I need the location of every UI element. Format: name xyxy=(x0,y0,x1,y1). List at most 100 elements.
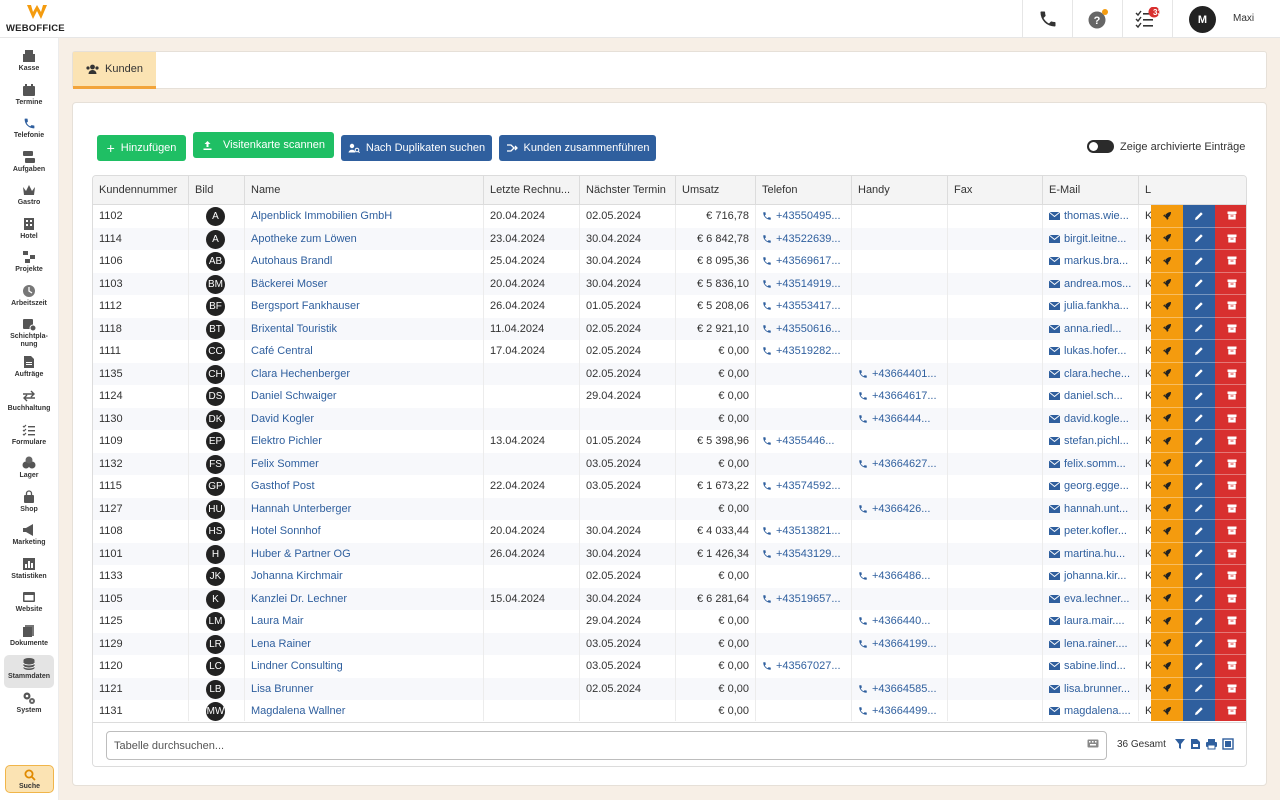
archive-button[interactable] xyxy=(1215,542,1246,565)
cell-handy[interactable]: +4366444... xyxy=(852,407,948,430)
archive-button[interactable] xyxy=(1215,407,1246,430)
customer-name-link[interactable]: Bäckerei Moser xyxy=(245,272,484,295)
cell-telefon[interactable]: +43514919... xyxy=(756,272,852,295)
action-button-rocket[interactable] xyxy=(1151,407,1183,430)
customer-name-link[interactable]: Autohaus Brandl xyxy=(245,250,484,273)
cell-handy[interactable]: +43664585... xyxy=(852,677,948,700)
scan-card-button[interactable]: Visitenkarte scannen xyxy=(193,132,334,158)
table-row[interactable]: 1114 A Apotheke zum Löwen 23.04.2024 30.04.2… xyxy=(93,227,1246,250)
cell-email[interactable]: lena.rainer.... xyxy=(1043,632,1139,655)
archive-button[interactable] xyxy=(1215,655,1246,678)
edit-button[interactable] xyxy=(1183,362,1215,385)
edit-button[interactable] xyxy=(1183,430,1215,453)
cell-email[interactable]: martina.hu... xyxy=(1043,542,1139,565)
cell-handy[interactable]: +43664627... xyxy=(852,452,948,475)
cell-handy[interactable]: +43664499... xyxy=(852,700,948,721)
edit-button[interactable] xyxy=(1183,452,1215,475)
sidebar-item-aufgaben[interactable]: Aufgaben xyxy=(4,148,54,181)
action-button-rocket[interactable] xyxy=(1151,317,1183,340)
action-button-rocket[interactable] xyxy=(1151,587,1183,610)
cell-email[interactable]: stefan.pichl... xyxy=(1043,430,1139,453)
customer-name-link[interactable]: Lisa Brunner xyxy=(245,677,484,700)
cell-email[interactable]: daniel.sch... xyxy=(1043,385,1139,408)
sidebar-item-website[interactable]: Website xyxy=(4,588,54,621)
customer-name-link[interactable]: Kanzlei Dr. Lechner xyxy=(245,587,484,610)
customer-name-link[interactable]: Lindner Consulting xyxy=(245,655,484,678)
edit-button[interactable] xyxy=(1183,520,1215,543)
archive-button[interactable] xyxy=(1215,205,1246,228)
edit-button[interactable] xyxy=(1183,295,1215,318)
archive-button[interactable] xyxy=(1215,497,1246,520)
action-button-rocket[interactable] xyxy=(1151,250,1183,273)
cell-telefon[interactable]: +43567027... xyxy=(756,655,852,678)
edit-button[interactable] xyxy=(1183,497,1215,520)
edit-button[interactable] xyxy=(1183,610,1215,633)
find-duplicates-button[interactable]: Nach Duplikaten suchen xyxy=(341,135,492,161)
table-row[interactable]: 1111 CC Café Central 17.04.2024 02.05.2024 € … xyxy=(93,340,1246,363)
action-button-rocket[interactable] xyxy=(1151,610,1183,633)
archive-button[interactable] xyxy=(1215,520,1246,543)
archive-button[interactable] xyxy=(1215,452,1246,475)
table-row[interactable]: 1112 BF Bergsport Fankhauser 26.04.2024 01.0… xyxy=(93,295,1246,318)
action-button-rocket[interactable] xyxy=(1151,227,1183,250)
sidebar-item-system[interactable]: System xyxy=(4,689,54,722)
table-row[interactable]: 1101 H Huber & Partner OG 26.04.2024 30.04.2… xyxy=(93,542,1246,565)
customer-name-link[interactable]: Brixental Touristik xyxy=(245,317,484,340)
cell-telefon[interactable]: +43522639... xyxy=(756,227,852,250)
archive-button[interactable] xyxy=(1215,475,1246,498)
sidebar-item-formulare[interactable]: Formulare xyxy=(4,421,54,454)
cell-telefon[interactable]: +43519282... xyxy=(756,340,852,363)
archive-button[interactable] xyxy=(1215,272,1246,295)
archive-button[interactable] xyxy=(1215,317,1246,340)
table-row[interactable]: 1132 FS Felix Sommer 03.05.2024 € 0,00 +43664… xyxy=(93,452,1246,475)
edit-button[interactable] xyxy=(1183,587,1215,610)
customer-name-link[interactable]: Johanna Kirchmair xyxy=(245,565,484,588)
edit-button[interactable] xyxy=(1183,655,1215,678)
tab-kunden[interactable]: Kunden xyxy=(73,52,156,89)
cell-telefon[interactable]: +43513821... xyxy=(756,520,852,543)
edit-button[interactable] xyxy=(1183,677,1215,700)
edit-button[interactable] xyxy=(1183,542,1215,565)
phone-button[interactable] xyxy=(1022,0,1072,38)
edit-button[interactable] xyxy=(1183,407,1215,430)
user-menu[interactable]: M Maxi xyxy=(1172,0,1280,38)
edit-button[interactable] xyxy=(1183,632,1215,655)
table-row[interactable]: 1102 A Alpenblick Immobilien GmbH 20.04.202… xyxy=(93,205,1246,228)
action-button-rocket[interactable] xyxy=(1151,385,1183,408)
table-search-input[interactable] xyxy=(106,731,1107,760)
cell-telefon[interactable]: +43553417... xyxy=(756,295,852,318)
cell-telefon[interactable]: +43569617... xyxy=(756,250,852,273)
edit-button[interactable] xyxy=(1183,385,1215,408)
column-header-bild[interactable]: Bild xyxy=(189,176,245,205)
customer-name-link[interactable]: David Kogler xyxy=(245,407,484,430)
table-row[interactable]: 1103 BM Bäckerei Moser 20.04.2024 30.04.2024… xyxy=(93,272,1246,295)
columns-icon[interactable] xyxy=(1222,738,1234,750)
customer-name-link[interactable]: Apotheke zum Löwen xyxy=(245,227,484,250)
filter-icon[interactable] xyxy=(1174,738,1186,750)
customer-name-link[interactable]: Alpenblick Immobilien GmbH xyxy=(245,205,484,228)
tasks-button[interactable]: 33 xyxy=(1122,0,1172,38)
column-header-fax[interactable]: Fax xyxy=(948,176,1043,205)
sidebar-item-dokumente[interactable]: Dokumente xyxy=(4,622,54,655)
action-button-rocket[interactable] xyxy=(1151,655,1183,678)
add-button[interactable]: + Hinzufügen xyxy=(97,135,186,161)
action-button-rocket[interactable] xyxy=(1151,542,1183,565)
action-button-rocket[interactable] xyxy=(1151,497,1183,520)
cell-email[interactable]: magdalena.... xyxy=(1043,700,1139,721)
sidebar-item-arbeitszeit[interactable]: Arbeitszeit xyxy=(4,282,54,315)
cell-email[interactable]: clara.heche... xyxy=(1043,362,1139,385)
action-button-rocket[interactable] xyxy=(1151,430,1183,453)
cell-email[interactable]: georg.egge... xyxy=(1043,475,1139,498)
sidebar-item-shop[interactable]: Shop xyxy=(4,488,54,521)
archive-button[interactable] xyxy=(1215,340,1246,363)
edit-button[interactable] xyxy=(1183,340,1215,363)
customer-name-link[interactable]: Gasthof Post xyxy=(245,475,484,498)
print-icon[interactable] xyxy=(1205,738,1218,750)
customer-name-link[interactable]: Hotel Sonnhof xyxy=(245,520,484,543)
table-row[interactable]: 1118 BT Brixental Touristik 11.04.2024 02.05… xyxy=(93,317,1246,340)
cell-telefon[interactable]: +43543129... xyxy=(756,542,852,565)
cell-telefon[interactable]: +43550495... xyxy=(756,205,852,228)
archive-button[interactable] xyxy=(1215,385,1246,408)
export-icon[interactable] xyxy=(1190,738,1201,750)
table-row[interactable]: 1124 DS Daniel Schwaiger 29.04.2024 € 0,00 +4… xyxy=(93,385,1246,408)
